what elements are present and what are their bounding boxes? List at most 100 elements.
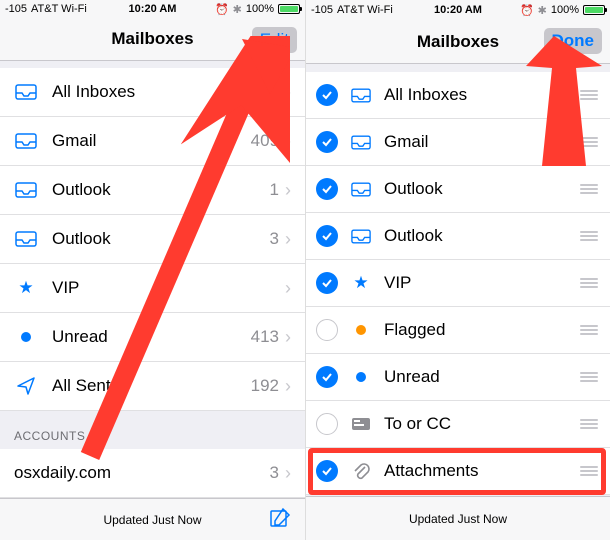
mailbox-count: 3 bbox=[270, 229, 279, 249]
mailbox-label: Outlook bbox=[52, 180, 270, 200]
nav-bar: Mailboxes Edit bbox=[0, 19, 305, 61]
mailbox-label: Flagged bbox=[384, 320, 578, 340]
chevron-right-icon: › bbox=[285, 463, 291, 484]
drag-handle-icon[interactable] bbox=[578, 231, 600, 241]
chevron-right-icon: › bbox=[285, 229, 291, 250]
page-title: Mailboxes bbox=[417, 32, 499, 52]
mailbox-label: Outlook bbox=[384, 179, 578, 199]
done-button[interactable]: Done bbox=[544, 28, 603, 54]
drag-handle-icon[interactable] bbox=[578, 278, 600, 288]
inbox-icon bbox=[14, 84, 38, 100]
checkbox-on[interactable] bbox=[316, 272, 338, 294]
drag-handle-icon[interactable] bbox=[578, 419, 600, 429]
mailbox-label: Gmail bbox=[52, 131, 251, 151]
nav-bar: Mailboxes Done bbox=[306, 20, 610, 64]
toolbar: Updated Just Now bbox=[0, 498, 305, 540]
chevron-right-icon: › bbox=[285, 327, 291, 348]
bluetooth-icon: ✱ bbox=[233, 3, 242, 16]
checkbox-on[interactable] bbox=[316, 178, 338, 200]
alarm-icon: ⏰ bbox=[215, 3, 229, 16]
mailbox-label: Gmail bbox=[384, 132, 578, 152]
unread-dot-icon bbox=[14, 332, 38, 342]
checkbox-on[interactable] bbox=[316, 225, 338, 247]
mailbox-label: Outlook bbox=[384, 226, 578, 246]
status-bar: -105 AT&T Wi-Fi 10:20 AM ⏰ ✱ 100% bbox=[306, 0, 610, 20]
mailbox-label: Outlook bbox=[52, 229, 270, 249]
chevron-right-icon: › bbox=[285, 376, 291, 397]
signal-strength: -105 bbox=[311, 4, 333, 16]
checkbox-on[interactable] bbox=[316, 131, 338, 153]
account-count: 3 bbox=[270, 463, 279, 483]
inbox-icon bbox=[350, 88, 372, 103]
page-title: Mailboxes bbox=[111, 29, 193, 49]
edit-row[interactable]: Unread bbox=[306, 354, 610, 401]
edit-row[interactable]: All Inboxes bbox=[306, 72, 610, 119]
edit-row[interactable]: ★ VIP bbox=[306, 260, 610, 307]
status-bar: -105 AT&T Wi-Fi 10:20 AM ⏰ ✱ 100% bbox=[0, 0, 305, 19]
checkbox-on[interactable] bbox=[316, 84, 338, 106]
edit-row[interactable]: Gmail bbox=[306, 119, 610, 166]
edit-row[interactable]: Flagged bbox=[306, 307, 610, 354]
compose-button[interactable] bbox=[269, 507, 291, 532]
bluetooth-icon: ✱ bbox=[538, 4, 547, 17]
mailbox-count: 3 bbox=[270, 82, 279, 102]
chevron-right-icon: › bbox=[285, 82, 291, 103]
mailbox-row[interactable]: ★ VIP › bbox=[0, 264, 305, 313]
section-header-accounts: ACCOUNTS bbox=[0, 411, 305, 449]
carrier-label: AT&T Wi-Fi bbox=[337, 4, 393, 16]
sent-icon bbox=[14, 376, 38, 396]
checkbox-on[interactable] bbox=[316, 366, 338, 388]
drag-handle-icon[interactable] bbox=[578, 372, 600, 382]
screen-right: -105 AT&T Wi-Fi 10:20 AM ⏰ ✱ 100% Mailbo… bbox=[305, 0, 610, 540]
inbox-icon bbox=[350, 182, 372, 197]
inbox-icon bbox=[14, 182, 38, 198]
status-text: Updated Just Now bbox=[103, 513, 201, 527]
mailbox-row[interactable]: All Sent 192 › bbox=[0, 362, 305, 411]
edit-row[interactable]: Attachments bbox=[306, 448, 610, 495]
edit-button[interactable]: Edit bbox=[252, 27, 297, 53]
checkbox-on[interactable] bbox=[316, 460, 338, 482]
mailbox-label: Unread bbox=[52, 327, 251, 347]
drag-handle-icon[interactable] bbox=[578, 184, 600, 194]
battery-icon bbox=[278, 4, 300, 14]
battery-icon bbox=[583, 5, 605, 15]
mailbox-count: 413 bbox=[251, 327, 279, 347]
edit-row[interactable]: To or CC bbox=[306, 401, 610, 448]
checkbox-off[interactable] bbox=[316, 319, 338, 341]
mailbox-count: 1 bbox=[270, 180, 279, 200]
signal-strength: -105 bbox=[5, 3, 27, 15]
drag-handle-icon[interactable] bbox=[578, 137, 600, 147]
mailbox-label: Attachments bbox=[384, 461, 578, 481]
mailbox-label: Unread bbox=[384, 367, 578, 387]
mailbox-row[interactable]: Unread 413 › bbox=[0, 313, 305, 362]
mailbox-row[interactable]: Outlook 1 › bbox=[0, 166, 305, 215]
checkbox-off[interactable] bbox=[316, 413, 338, 435]
account-label: osxdaily.com bbox=[14, 463, 270, 483]
mailbox-count: 192 bbox=[251, 376, 279, 396]
mailbox-row[interactable]: Gmail 409 › bbox=[0, 117, 305, 166]
mailbox-count: 409 bbox=[251, 131, 279, 151]
mailbox-list: All Inboxes 3 › Gmail 409 › Outlook 1 › … bbox=[0, 68, 305, 411]
mailbox-row[interactable]: Outlook 3 › bbox=[0, 215, 305, 264]
star-icon: ★ bbox=[350, 273, 372, 293]
battery-percent: 100% bbox=[246, 3, 274, 15]
status-text: Updated Just Now bbox=[409, 512, 507, 526]
accounts-list: osxdaily.com 3 › bbox=[0, 449, 305, 498]
carrier-label: AT&T Wi-Fi bbox=[31, 3, 87, 15]
mailbox-row[interactable]: All Inboxes 3 › bbox=[0, 68, 305, 117]
edit-row[interactable]: Outlook bbox=[306, 166, 610, 213]
drag-handle-icon[interactable] bbox=[578, 325, 600, 335]
drag-handle-icon[interactable] bbox=[578, 90, 600, 100]
edit-row[interactable]: Outlook bbox=[306, 213, 610, 260]
inbox-icon bbox=[350, 229, 372, 244]
drag-handle-icon[interactable] bbox=[578, 466, 600, 476]
mailbox-label: VIP bbox=[384, 273, 578, 293]
inbox-icon bbox=[14, 133, 38, 149]
battery-percent: 100% bbox=[551, 4, 579, 16]
mailbox-label: VIP bbox=[52, 278, 279, 298]
mailbox-label: All Sent bbox=[52, 376, 251, 396]
chevron-right-icon: › bbox=[285, 131, 291, 152]
unread-dot-icon bbox=[350, 372, 372, 382]
chevron-right-icon: › bbox=[285, 180, 291, 201]
account-row[interactable]: osxdaily.com 3 › bbox=[0, 449, 305, 498]
